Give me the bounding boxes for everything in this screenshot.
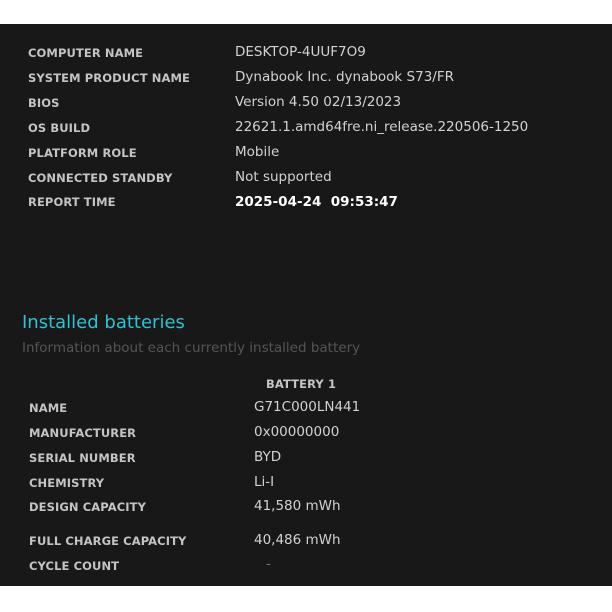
manufacturer-value: 0x00000000 xyxy=(254,424,340,440)
serial-number-label: SERIAL NUMBER xyxy=(29,451,136,465)
full-charge-capacity-value: 40,486 mWh xyxy=(254,532,341,548)
installed-batteries-heading: Installed batteries xyxy=(22,312,185,333)
platform-role-value: Mobile xyxy=(235,144,280,160)
report-time-value: 2025-04-24 09:53:47 xyxy=(235,194,398,210)
computer-name-label: COMPUTER NAME xyxy=(28,46,144,60)
installed-batteries-subtitle: Information about each currently install… xyxy=(22,340,361,356)
cycle-count-label: CYCLE COUNT xyxy=(29,559,120,573)
connected-standby-value: Not supported xyxy=(235,169,332,185)
system-product-name-value: Dynabook Inc. dynabook S73/FR xyxy=(235,69,454,85)
battery-name-label: NAME xyxy=(29,401,68,415)
chemistry-value: Li-I xyxy=(254,474,275,490)
connected-standby-label: CONNECTED STANDBY xyxy=(28,171,173,185)
system-product-name-label: SYSTEM PRODUCT NAME xyxy=(28,71,190,85)
design-capacity-value: 41,580 mWh xyxy=(254,498,341,514)
platform-role-label: PLATFORM ROLE xyxy=(28,146,137,160)
serial-number-value: BYD xyxy=(254,449,282,465)
battery-name-value: G71C000LN441 xyxy=(254,399,361,415)
cycle-count-value: - xyxy=(266,556,271,572)
report-time-label: REPORT TIME xyxy=(28,195,116,209)
design-capacity-label: DESIGN CAPACITY xyxy=(29,500,147,514)
full-charge-capacity-label: FULL CHARGE CAPACITY xyxy=(29,534,187,548)
chemistry-label: CHEMISTRY xyxy=(29,476,105,490)
battery-column-header: BATTERY 1 xyxy=(266,377,337,391)
bios-value: Version 4.50 02/13/2023 xyxy=(235,94,402,110)
bios-label: BIOS xyxy=(28,96,60,110)
computer-name-value: DESKTOP-4UUF7O9 xyxy=(235,44,366,60)
manufacturer-label: MANUFACTURER xyxy=(29,426,137,440)
os-build-value: 22621.1.amd64fre.ni_release.220506-1250 xyxy=(235,119,529,135)
os-build-label: OS BUILD xyxy=(28,121,91,135)
